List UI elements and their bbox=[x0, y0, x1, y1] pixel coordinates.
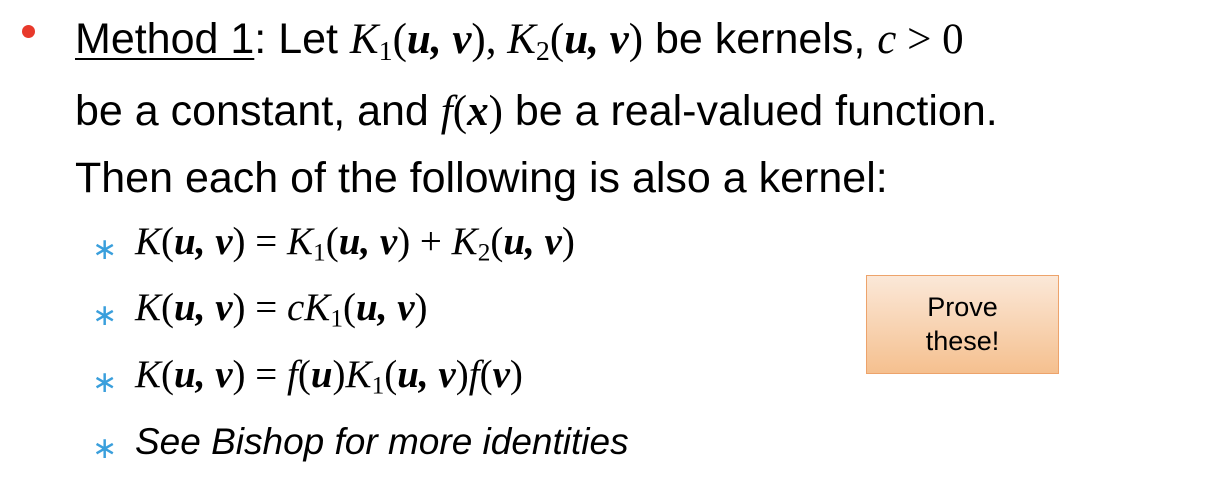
text-segment: x bbox=[467, 88, 489, 135]
text-segment: be a real-valued function. bbox=[502, 87, 998, 135]
text-segment: K bbox=[135, 353, 162, 396]
text-segment: ( bbox=[384, 353, 398, 396]
text-segment: u bbox=[310, 353, 333, 396]
text-segment: ( bbox=[161, 220, 175, 263]
text-segment: ) = bbox=[232, 286, 287, 329]
text-segment: ) bbox=[455, 353, 469, 396]
text-segment: K bbox=[451, 220, 478, 263]
text-segment: ) bbox=[509, 353, 523, 396]
main-line-3: Then each of the following is also a ker… bbox=[75, 157, 888, 200]
text-segment: ( bbox=[297, 353, 311, 396]
text-segment: be a constant, and bbox=[75, 87, 441, 135]
text-segment: u, v bbox=[174, 286, 233, 329]
text-segment: > 0 bbox=[896, 16, 964, 63]
text-segment: 2 bbox=[477, 238, 491, 267]
text-segment: ) bbox=[628, 16, 644, 63]
text-segment: ), bbox=[471, 16, 508, 63]
text-segment: f bbox=[287, 353, 298, 396]
identity-sum: K(u, v) = K1(u, v) + K2(u, v) bbox=[135, 222, 575, 266]
star-bullet-icon: ∗ bbox=[92, 365, 118, 400]
text-segment: 1 bbox=[313, 238, 326, 267]
text-segment: u, v bbox=[356, 286, 415, 329]
text-segment: ( bbox=[392, 16, 407, 63]
text-segment: : Let bbox=[254, 15, 350, 63]
text-segment: ) = bbox=[232, 220, 287, 263]
text-segment: ) + bbox=[397, 220, 452, 263]
text-segment: u, v bbox=[174, 220, 233, 263]
text-segment: 1 bbox=[378, 35, 393, 67]
text-segment: ( bbox=[490, 220, 504, 263]
text-segment: ) bbox=[488, 88, 503, 135]
text-segment: u, v bbox=[397, 353, 456, 396]
text-segment: K bbox=[507, 16, 536, 63]
text-segment: f bbox=[440, 88, 453, 135]
identity-scale: K(u, v) = cK1(u, v) bbox=[135, 288, 428, 332]
callout-line-2: these! bbox=[925, 325, 1000, 356]
text-segment: f bbox=[468, 353, 480, 396]
text-segment: K bbox=[345, 353, 372, 396]
text-segment: ) = bbox=[232, 353, 287, 396]
text-segment: be kernels, bbox=[643, 15, 878, 63]
identity-product: K(u, v) = f(u)K1(u, v)f(v) bbox=[135, 355, 523, 399]
text-segment: ( bbox=[343, 286, 356, 329]
bullet-dot bbox=[22, 25, 35, 38]
text-segment: u, v bbox=[564, 16, 629, 63]
text-segment: K bbox=[135, 286, 162, 329]
main-line-2: be a constant, and f(x) be a real-valued… bbox=[75, 87, 998, 135]
text-segment: c bbox=[877, 16, 897, 63]
text-segment: v bbox=[492, 353, 510, 396]
star-bullet-icon: ∗ bbox=[92, 232, 118, 267]
prove-these-callout: Prove these! bbox=[866, 275, 1059, 374]
text-segment: 1 bbox=[371, 371, 385, 400]
text-segment: Then each of the following is also a ker… bbox=[75, 154, 888, 202]
text-segment: ( bbox=[325, 220, 339, 263]
text-segment: K bbox=[135, 220, 162, 263]
main-line-1: Method 1: Let K1(u, v), K2(u, v) be kern… bbox=[75, 18, 964, 66]
callout-line-1: Prove bbox=[927, 291, 998, 322]
text-segment: 2 bbox=[535, 35, 550, 67]
star-bullet-icon: ∗ bbox=[92, 431, 118, 466]
text-segment: 1 bbox=[330, 304, 343, 333]
text-segment: u, v bbox=[174, 353, 233, 396]
text-segment: ( bbox=[479, 353, 493, 396]
text-segment: ( bbox=[452, 88, 468, 135]
text-segment: See Bishop for more identities bbox=[135, 421, 629, 462]
text-segment: u, v bbox=[503, 220, 562, 263]
bishop-note: See Bishop for more identities bbox=[135, 423, 629, 460]
text-segment: u, v bbox=[338, 220, 398, 263]
star-bullet-icon: ∗ bbox=[92, 298, 118, 333]
text-segment: K bbox=[349, 16, 379, 63]
text-segment: ) bbox=[332, 353, 346, 396]
text-segment: ( bbox=[161, 286, 175, 329]
method-label: Method 1 bbox=[75, 15, 255, 63]
text-segment: ) bbox=[414, 286, 428, 329]
text-segment: cK bbox=[287, 286, 331, 329]
text-segment: ) bbox=[561, 220, 575, 263]
text-segment: K bbox=[287, 220, 314, 263]
text-segment: ( bbox=[549, 16, 565, 63]
text-segment: ( bbox=[161, 353, 175, 396]
text-segment: u, v bbox=[406, 16, 472, 63]
